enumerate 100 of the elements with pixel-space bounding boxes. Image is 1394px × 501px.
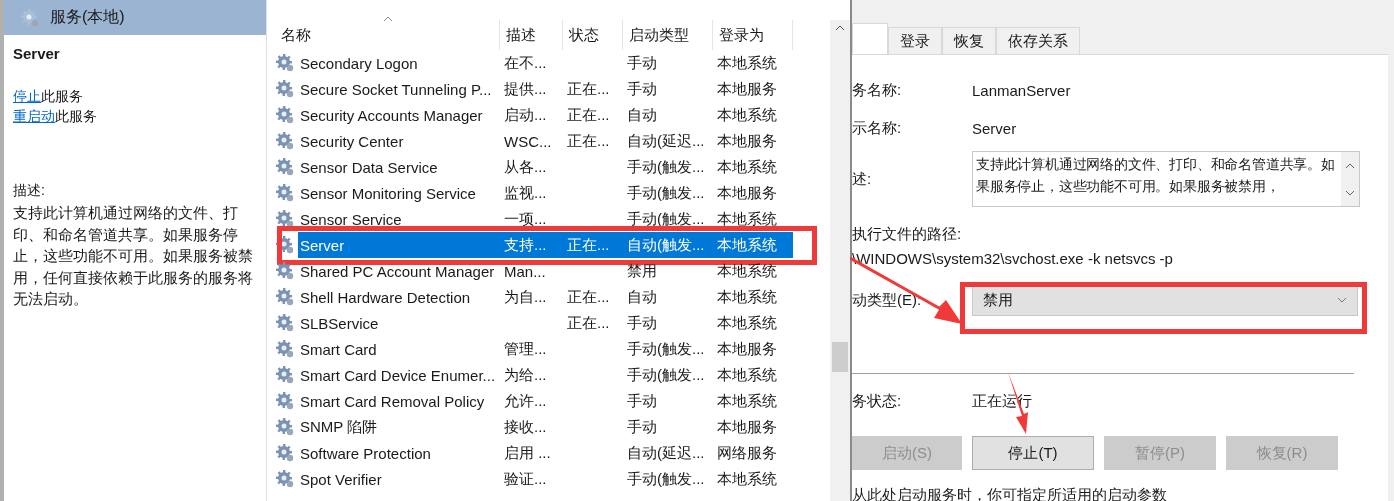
gear-icon: [275, 469, 295, 489]
header-title: 服务(本地): [50, 7, 125, 27]
table-cell-text: 禁用: [626, 260, 658, 281]
field-value: Server: [972, 119, 1017, 137]
service-name-cell[interactable]: Spot Verifier: [298, 466, 500, 492]
table-cell-text: 本地系统: [716, 286, 778, 307]
table-cell-text: 本地系统: [716, 390, 778, 411]
action-link[interactable]: 停止: [13, 88, 41, 104]
action-text: 停止此服务: [13, 88, 84, 106]
gear-icon: [275, 105, 295, 125]
table-cell-text: 本地服务: [716, 78, 778, 99]
table-cell-text: 本地系统: [716, 312, 778, 333]
service-name-cell[interactable]: Server: [298, 232, 500, 258]
table-cell-text: 自动: [626, 104, 658, 125]
service-name-cell[interactable]: SNMP 陷阱: [298, 414, 500, 440]
table-cell-text: 监视...: [503, 182, 548, 203]
scrollbar[interactable]: [830, 20, 850, 501]
service-button[interactable]: 停止(T): [972, 436, 1094, 470]
description-text: 支持此计算机通过网络的文件、打印、和命名管道共享。如果服务停止，这些功能不可用。如果服务被禁用，任何直接依赖于此服务的服务将无法启动。: [13, 203, 254, 309]
field-value: LanmanServer: [972, 81, 1071, 99]
gear-icon: [275, 261, 295, 281]
action-text: 重启动此服务: [13, 108, 98, 126]
table-cell: 正在...: [563, 232, 623, 258]
column-header[interactable]: 描述: [500, 20, 563, 50]
field-label: 述:: [852, 169, 873, 189]
field-label: 务状态:: [852, 391, 903, 411]
service-name-cell[interactable]: Shared PC Account Manager: [298, 258, 500, 284]
service-name-cell[interactable]: Security Center: [298, 128, 500, 154]
column-header[interactable]: 状态: [563, 20, 623, 50]
tab[interactable]: 依存关系: [996, 27, 1080, 54]
table-cell: 支持...: [500, 232, 563, 258]
gear-icon: [275, 443, 295, 463]
field-label: 动类型(E):: [852, 290, 923, 310]
service-name-cell[interactable]: Software Protection: [298, 440, 500, 466]
table-cell-text: 手动(触发...: [626, 182, 706, 203]
service-name-cell[interactable]: Secure Socket Tunneling P...: [298, 76, 500, 102]
table-cell-text: 手动(触发...: [626, 338, 706, 359]
table-cell-text: 手动: [626, 52, 658, 73]
table-cell-text: 为给...: [503, 364, 548, 385]
table-cell-text: 手动(触发...: [626, 468, 706, 489]
table-cell-text: 允许...: [503, 390, 548, 411]
service-name-cell[interactable]: Security Accounts Manager: [298, 102, 500, 128]
table-cell-text: 从各...: [503, 156, 548, 177]
service-name-cell[interactable]: Smart Card Device Enumer...: [298, 362, 500, 388]
table-cell-text: 本地系统: [716, 364, 778, 385]
description-label: 描述:: [13, 182, 46, 200]
table-cell-text: 启动...: [503, 104, 548, 125]
table-cell-text: 自动(延迟...: [626, 130, 706, 151]
service-name-cell[interactable]: Shell Hardware Detection: [298, 284, 500, 310]
scroll-down-icon[interactable]: [1345, 189, 1355, 196]
service-name-cell[interactable]: SLBService: [298, 310, 500, 336]
service-name-cell[interactable]: Sensor Service: [298, 206, 500, 232]
table-cell-text: 正在...: [566, 286, 611, 307]
action-link[interactable]: 重启动: [13, 108, 55, 124]
table-cell-text: 管理...: [503, 338, 548, 359]
table-cell-text: 手动: [626, 390, 658, 411]
gear-icon: [275, 339, 295, 359]
path-text: \WINDOWS\system32\svchost.exe -k netsvcs -p: [852, 249, 1173, 267]
table-cell-text: 本地服务: [716, 130, 778, 151]
table-cell-text: 正在...: [566, 104, 611, 125]
service-name-cell[interactable]: Smart Card: [298, 336, 500, 362]
gear-icon: [275, 287, 295, 307]
table-cell-text: 正在...: [566, 312, 611, 333]
service-name-cell[interactable]: Smart Card Removal Policy: [298, 388, 500, 414]
column-header[interactable]: 名称: [275, 20, 500, 50]
column-header[interactable]: 启动类型: [623, 20, 713, 50]
table-cell-text: 本地服务: [716, 182, 778, 203]
table-cell-text: 正在...: [566, 78, 611, 99]
table-cell-text: 接收...: [503, 416, 548, 437]
table-cell-text: 提供...: [503, 78, 548, 99]
field-label: 示名称:: [852, 118, 903, 138]
scroll-thumb[interactable]: [832, 342, 848, 372]
table-cell-text: 手动: [626, 416, 658, 437]
table-cell-text: 手动: [626, 312, 658, 333]
table-cell: 本地系统: [713, 232, 793, 258]
column-header[interactable]: 登录为: [713, 20, 793, 50]
table-cell-text: 手动(触发...: [626, 364, 706, 385]
gear-icon: [275, 417, 295, 437]
tab[interactable]: 登录: [888, 27, 942, 54]
gear-icon: [275, 157, 295, 177]
service-name-cell[interactable]: Sensor Monitoring Service: [298, 180, 500, 206]
scroll-up-icon[interactable]: [1345, 162, 1355, 169]
table-cell-text: 自动: [626, 286, 658, 307]
table-cell-text: 手动(触发...: [626, 156, 706, 177]
chevron-down-icon: [1337, 297, 1347, 303]
table-cell-text: 本地系统: [716, 104, 778, 125]
description-box[interactable]: 支持此计算机通过网络的文件、打印、和命名管道共享。如果服务停止，这些功能不可用。如果服务被禁用，: [972, 151, 1360, 207]
table-cell-text: 正在...: [566, 130, 611, 151]
table-cell-text: 本地系统: [716, 468, 778, 489]
table-cell-text: 自动(延迟...: [626, 442, 706, 463]
tab[interactable]: 恢复: [942, 27, 996, 54]
table-cell-text: WSC...: [503, 131, 553, 152]
table-cell-text: 本地服务: [716, 338, 778, 359]
table-cell-text: 验证...: [503, 468, 548, 489]
table-cell-text: 本地系统: [716, 52, 778, 73]
service-name: Server: [13, 45, 61, 62]
service-name-cell[interactable]: Secondary Logon: [298, 50, 500, 76]
service-name-cell[interactable]: Sensor Data Service: [298, 154, 500, 180]
table-cell-text: 本地服务: [716, 416, 778, 437]
field-label: 务名称:: [852, 80, 903, 100]
